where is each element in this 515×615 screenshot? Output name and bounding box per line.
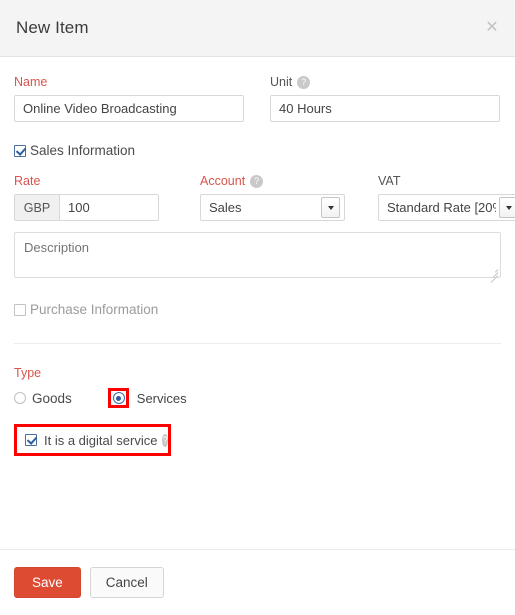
sales-information-checkbox-row[interactable]: Sales Information (14, 143, 501, 158)
unit-label-text: Unit (270, 75, 293, 89)
vat-label-text: VAT (378, 174, 401, 188)
purchase-information-checkbox[interactable] (14, 303, 26, 316)
cancel-button[interactable]: Cancel (89, 567, 164, 598)
page-title: New Item (16, 18, 89, 37)
digital-service-checkbox[interactable] (25, 434, 37, 446)
sales-information-checkbox[interactable] (14, 144, 26, 157)
vat-select-value: Standard Rate [20% (387, 200, 496, 215)
type-label-text: Type (14, 366, 42, 380)
chevron-down-icon (321, 197, 340, 218)
help-icon[interactable]: ? (297, 75, 311, 89)
radio-goods[interactable]: Goods (14, 391, 72, 406)
account-label: Account ? (200, 174, 345, 188)
new-item-dialog: New Item ✕ Name Unit ? Sales Info (0, 0, 515, 615)
purchase-information-checkbox-row[interactable]: Purchase Information (14, 302, 501, 317)
rate-field-group: Rate GBP (14, 174, 159, 221)
description-field-group (14, 232, 501, 283)
type-section: Type Goods Services It is a digital serv… (14, 366, 501, 456)
rate-input[interactable] (59, 194, 159, 221)
currency-addon: GBP (14, 194, 59, 221)
vat-select[interactable]: Standard Rate [20% (378, 194, 515, 221)
save-button[interactable]: Save (14, 567, 81, 598)
digital-service-label: It is a digital service (44, 432, 158, 448)
description-textarea[interactable] (14, 232, 501, 278)
vat-label: VAT (378, 174, 515, 188)
chevron-down-icon (499, 197, 515, 218)
purchase-information-label: Purchase Information (30, 302, 159, 317)
account-select[interactable]: Sales (200, 194, 345, 221)
name-input[interactable] (14, 95, 244, 122)
sales-information-label: Sales Information (30, 143, 136, 158)
rate-label-text: Rate (14, 174, 41, 188)
rate-label: Rate (14, 174, 159, 188)
name-label: Name (14, 75, 244, 89)
goods-radio-button[interactable] (14, 392, 26, 404)
help-icon[interactable]: ? (250, 174, 264, 188)
unit-label: Unit ? (270, 75, 500, 89)
goods-label: Goods (32, 390, 72, 406)
sales-fields-row: Rate GBP Account ? Sales V (14, 174, 515, 221)
digital-service-highlight: It is a digital service ? (14, 424, 171, 456)
dialog-footer: Save Cancel (0, 549, 515, 615)
section-divider (14, 343, 501, 344)
type-label: Type (14, 366, 501, 380)
name-label-text: Name (14, 75, 48, 89)
unit-field-group: Unit ? (270, 75, 500, 122)
vat-field-group: VAT Standard Rate [20% (378, 174, 515, 221)
help-icon[interactable]: ? (162, 433, 168, 447)
account-field-group: Account ? Sales (200, 174, 345, 221)
name-field-group: Name (14, 75, 244, 122)
type-radio-row: Goods Services (14, 388, 501, 408)
dialog-header: New Item ✕ (0, 0, 515, 57)
unit-input[interactable] (270, 95, 500, 122)
dialog-body: Name Unit ? Sales Information Rate (0, 57, 515, 549)
rate-input-group: GBP (14, 194, 159, 221)
account-select-value: Sales (209, 200, 242, 215)
close-icon[interactable]: ✕ (483, 19, 501, 37)
services-label: Services (136, 390, 187, 406)
name-unit-row: Name Unit ? (14, 75, 501, 122)
services-radio-highlight (107, 388, 129, 408)
services-radio-button[interactable] (112, 392, 125, 404)
account-label-text: Account (200, 174, 246, 188)
